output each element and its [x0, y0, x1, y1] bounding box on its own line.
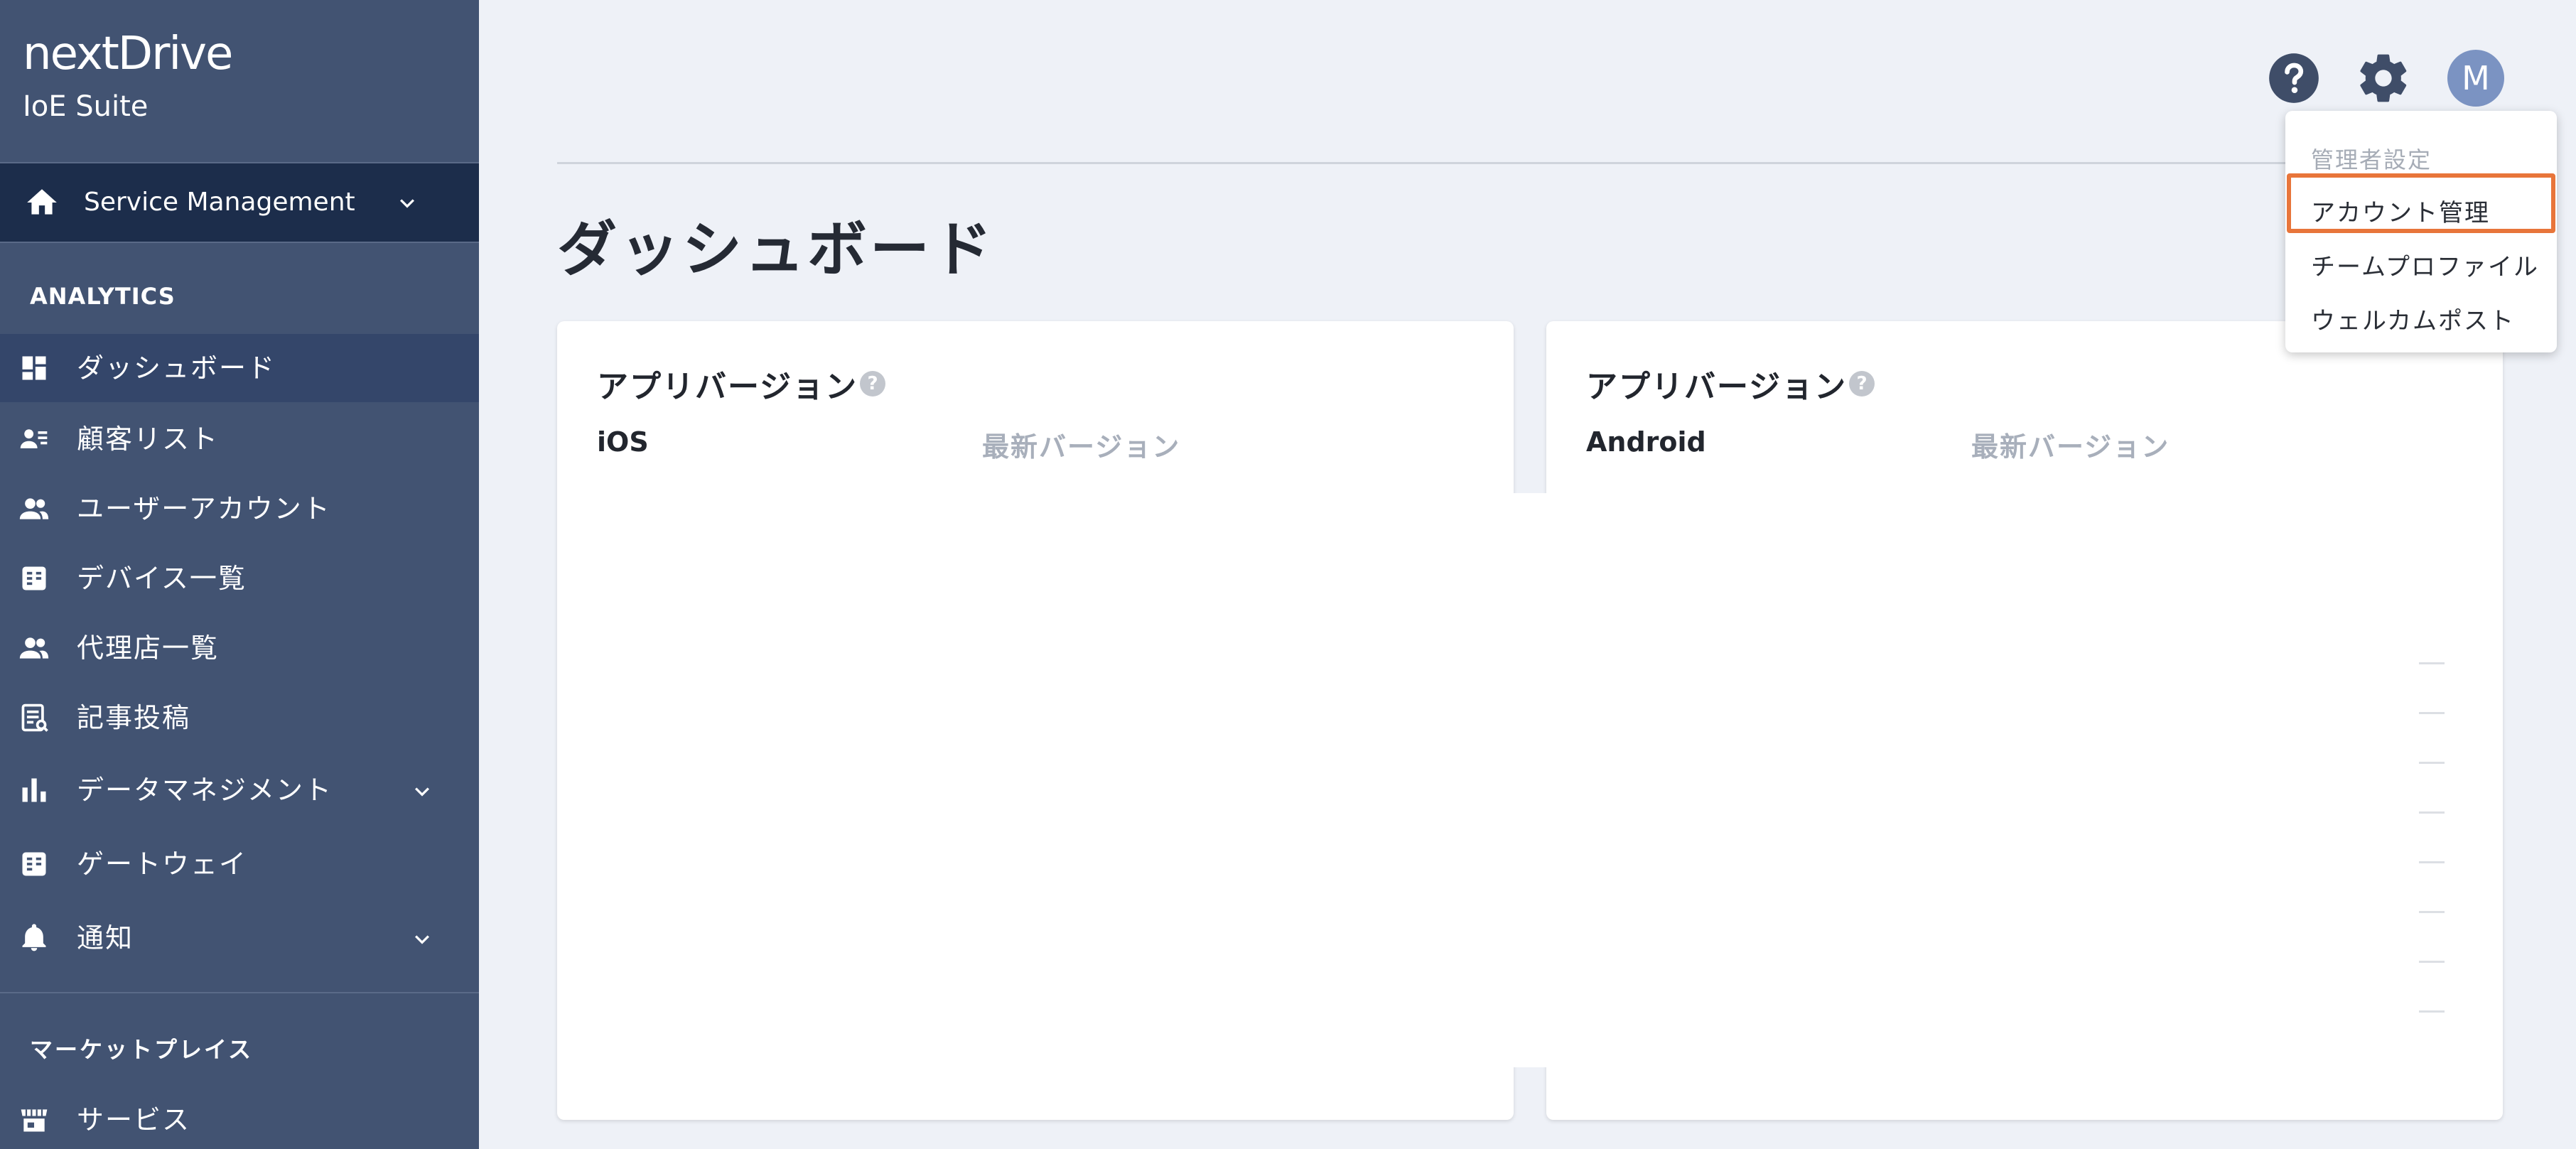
contact-list-icon — [20, 429, 48, 448]
sidebar-item-dashboard[interactable]: ダッシュボード — [0, 334, 479, 402]
dropdown-header: 管理者設定 — [2311, 146, 2432, 173]
article-icon — [21, 703, 48, 732]
menu-item-highlight — [2287, 173, 2555, 233]
avatar[interactable]: M — [2447, 50, 2504, 107]
brand-logo[interactable]: nextDrive — [23, 27, 233, 81]
help-circle-icon[interactable]: ? — [1849, 371, 1875, 397]
latest-version-label: 最新バージョン — [1971, 431, 2170, 463]
brand-subtitle: IoE Suite — [23, 90, 149, 123]
dashboard-icon — [22, 356, 46, 380]
chart-tick — [2419, 662, 2445, 664]
sidebar-divider — [0, 992, 479, 993]
chart-tick — [2419, 911, 2445, 913]
chevron-down-icon — [415, 787, 429, 797]
sidebar-item-label: ダッシュボード — [77, 352, 276, 384]
device-list-icon — [22, 566, 46, 590]
sidebar-divider — [0, 242, 479, 243]
sidebar-item-notifications[interactable]: 通知 — [0, 904, 479, 972]
sidebar-item-user-accounts[interactable]: ユーザーアカウント — [0, 475, 479, 543]
users-icon — [19, 498, 49, 519]
sidebar-item-label: ユーザーアカウント — [77, 493, 331, 524]
chart-tick — [2419, 712, 2445, 714]
menu-item-team-profile[interactable]: チームプロファイル — [2311, 247, 2539, 282]
store-icon — [21, 1109, 48, 1132]
page-title: ダッシュボード — [557, 215, 996, 284]
sidebar-item-label: 顧客リスト — [77, 424, 220, 455]
chart-tick — [2419, 811, 2445, 814]
agency-icon — [19, 637, 49, 659]
bar-chart-icon — [22, 778, 46, 802]
sidebar-item-label: ゲートウェイ — [77, 848, 248, 880]
service-selector-label: Service Management — [84, 188, 355, 217]
sidebar-item-label: 記事投稿 — [77, 702, 191, 733]
card-title: アプリバージョン — [1586, 369, 1848, 405]
section-label-marketplace: マーケットプレイス — [30, 1036, 254, 1063]
menu-item-welcome-post[interactable]: ウェルカムポスト — [2311, 301, 2515, 336]
service-selector[interactable]: Service Management — [0, 163, 479, 242]
chart-tick — [2419, 961, 2445, 963]
platform-label: Android — [1586, 426, 1706, 458]
sidebar-item-services[interactable]: サービス — [0, 1086, 479, 1149]
sidebar-item-label: 代理店一覧 — [77, 632, 220, 664]
gear-icon[interactable] — [2355, 50, 2412, 107]
help-circle-icon[interactable] — [2267, 51, 2321, 105]
chart-tick — [2419, 762, 2445, 764]
chevron-down-icon — [415, 935, 429, 944]
sidebar-item-article-posting[interactable]: 記事投稿 — [0, 684, 479, 752]
sidebar-item-customer-list[interactable]: 顧客リスト — [0, 405, 479, 473]
sidebar-item-label: デバイス一覧 — [77, 563, 247, 594]
home-icon — [27, 189, 57, 215]
platform-label: iOS — [597, 426, 649, 458]
latest-version-label: 最新バージョン — [982, 431, 1181, 463]
content-loading-overlay — [557, 493, 2503, 1067]
chart-tick — [2419, 1010, 2445, 1013]
brand: nextDrive IoE Suite — [23, 27, 233, 124]
header-divider — [557, 162, 2504, 164]
sidebar-item-label: サービス — [77, 1104, 191, 1135]
gateway-icon — [22, 852, 46, 876]
sidebar-item-data-management[interactable]: データマネジメント — [0, 756, 479, 824]
sidebar-item-agency-list[interactable]: 代理店一覧 — [0, 614, 479, 682]
sidebar: nextDrive IoE Suite Service Management A… — [0, 0, 479, 1149]
card-title: アプリバージョン — [597, 369, 858, 405]
chevron-down-icon — [400, 199, 414, 208]
sidebar-item-label: 通知 — [77, 922, 134, 954]
chart-tick — [2419, 861, 2445, 863]
help-circle-icon[interactable]: ? — [860, 371, 885, 397]
sidebar-item-gateway[interactable]: ゲートウェイ — [0, 830, 479, 898]
sidebar-item-label: データマネジメント — [77, 775, 333, 806]
bell-icon — [22, 924, 46, 951]
section-label-analytics: ANALYTICS — [30, 283, 176, 310]
sidebar-item-device-list[interactable]: デバイス一覧 — [0, 544, 479, 613]
